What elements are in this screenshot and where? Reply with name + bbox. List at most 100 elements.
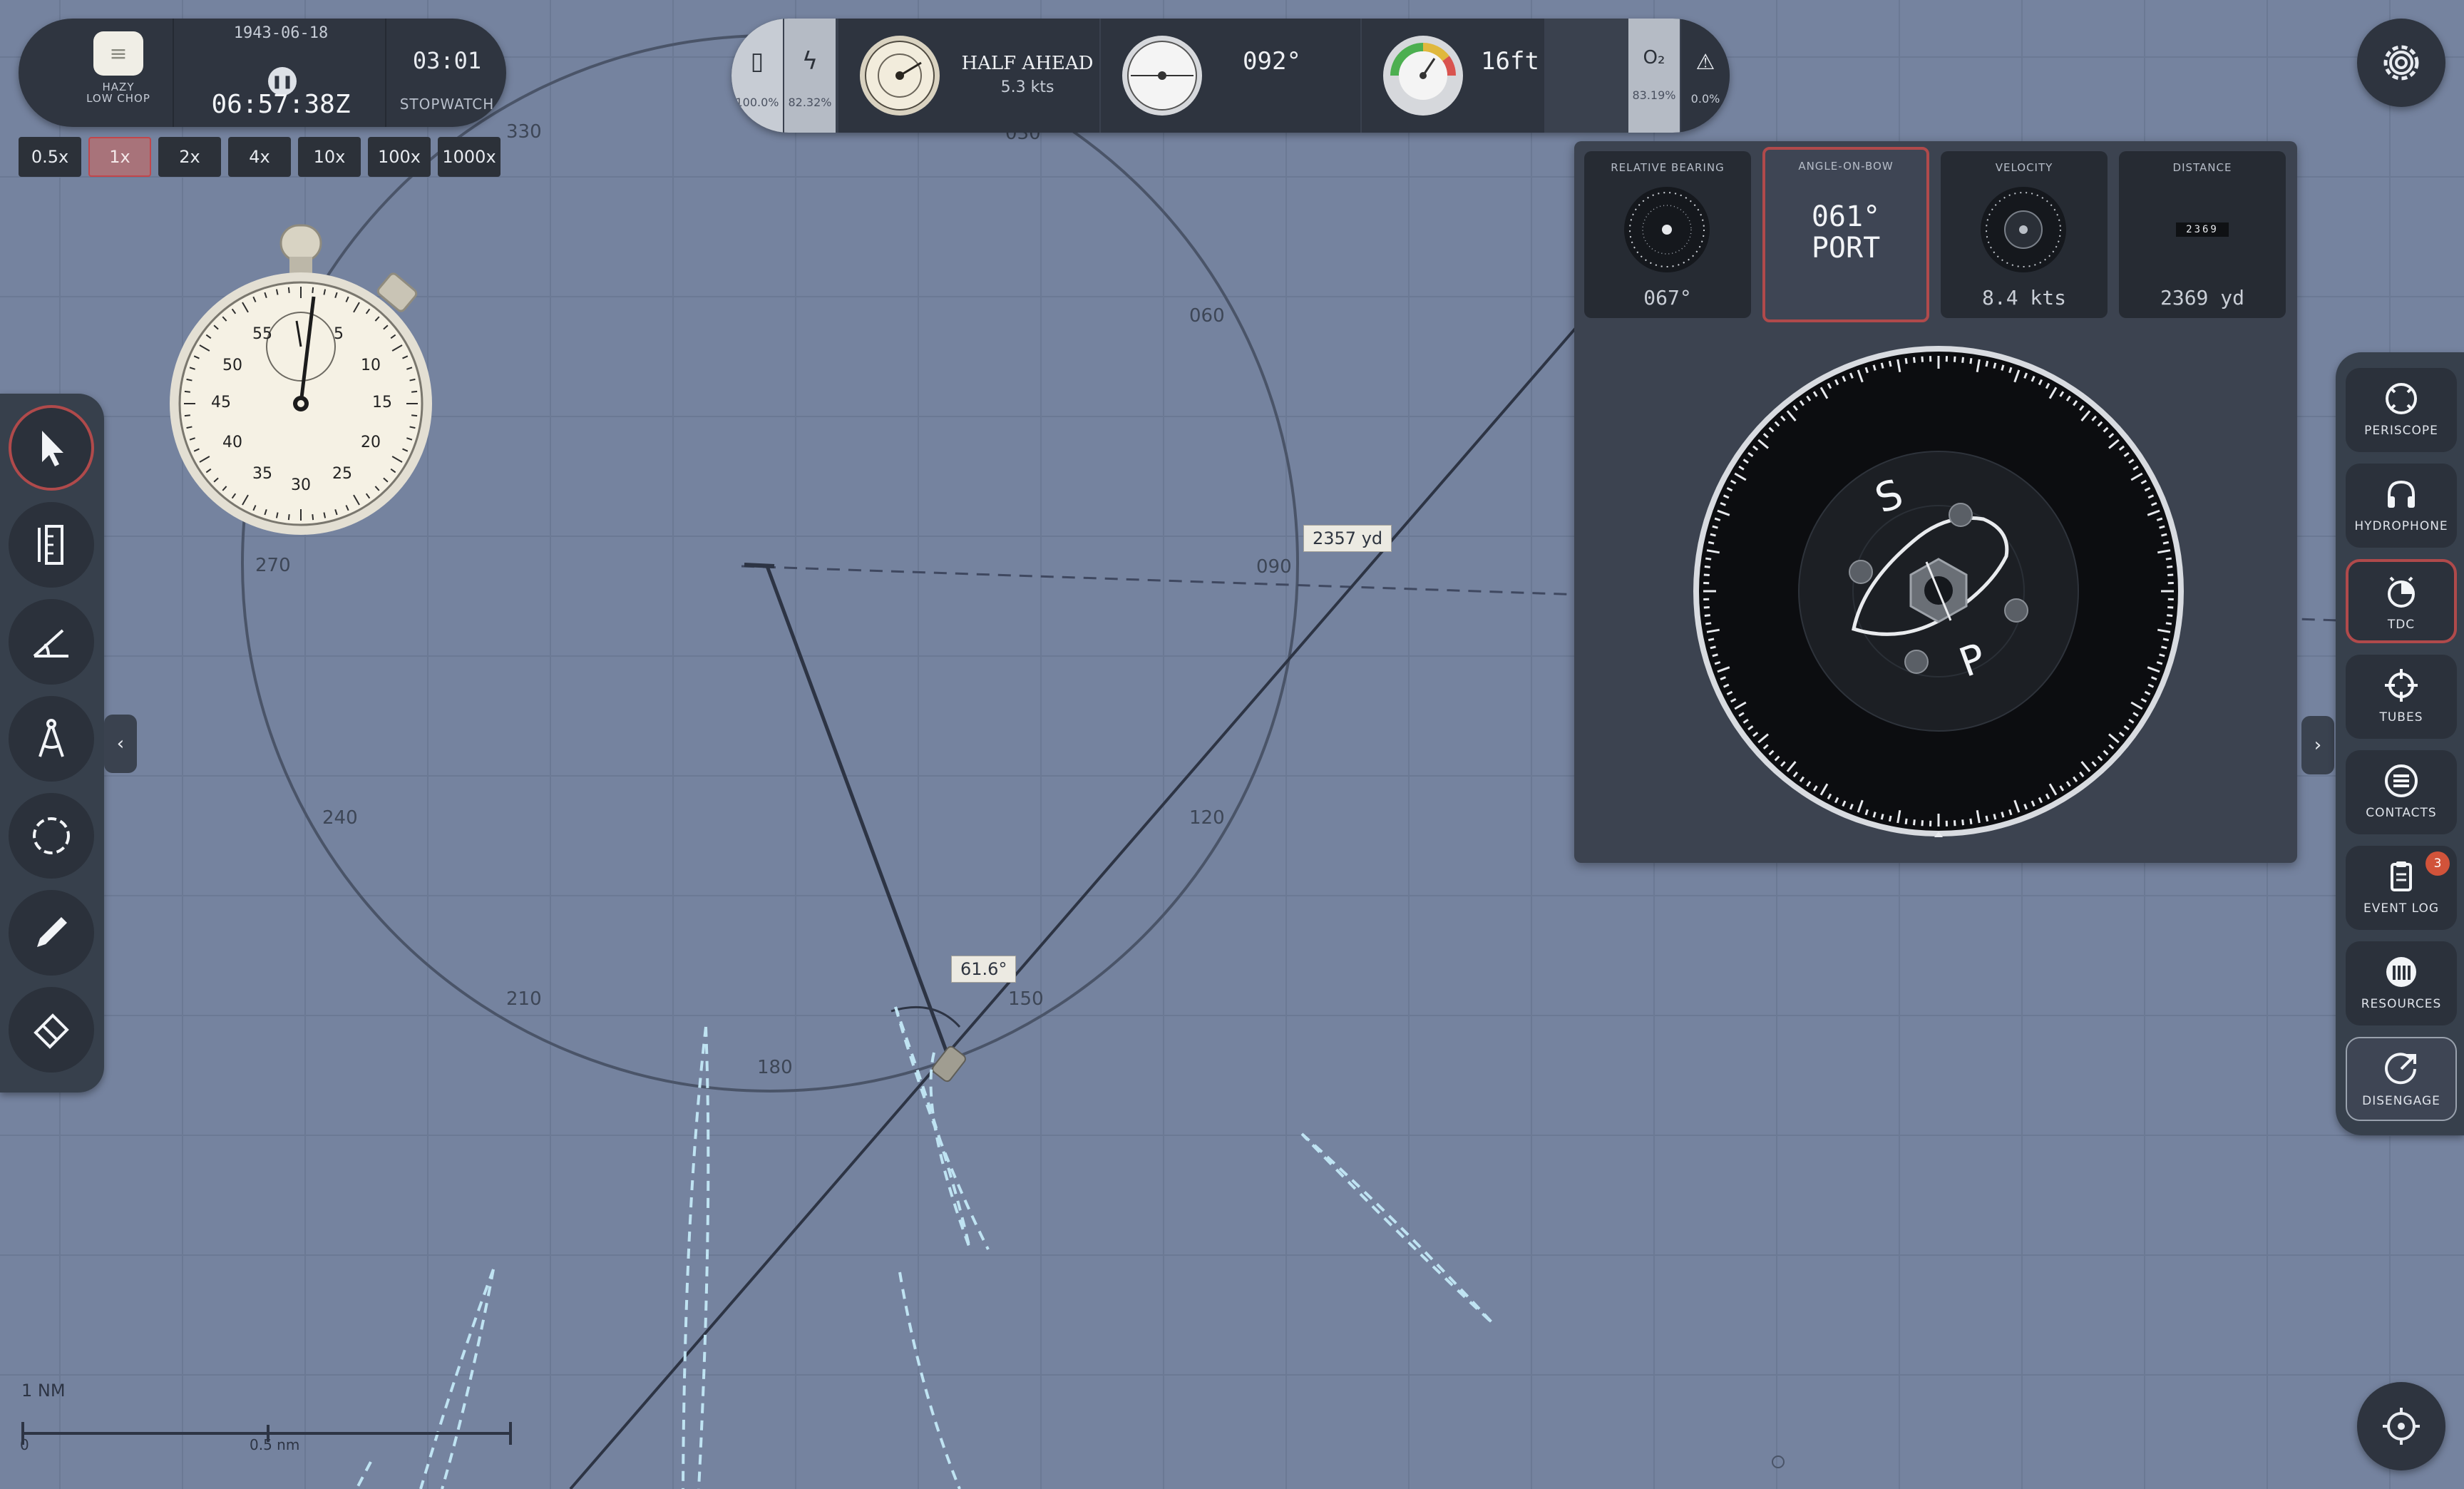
weather-line2: LOW CHOP	[86, 92, 150, 105]
velocity-dial	[1981, 187, 2066, 272]
left-bar-collapse-button[interactable]: ‹	[104, 715, 137, 773]
angle-tag: 61.6°	[951, 956, 1017, 983]
heading-indicator[interactable]: 092°	[1101, 19, 1360, 133]
resources-button[interactable]: RESOURCES	[2346, 941, 2457, 1025]
oxygen-indicator[interactable]: O₂ 83.19%	[1628, 19, 1680, 133]
headphones-icon	[2388, 480, 2415, 508]
time-speed-4x[interactable]: 4x	[228, 137, 291, 177]
target-marker	[932, 1045, 966, 1083]
damage-pct: 0.0%	[1690, 92, 1720, 106]
sw-num-40: 40	[222, 434, 242, 451]
relative-bearing-value: 067°	[1643, 286, 1692, 309]
stopwatch-label: STOPWATCH	[399, 96, 495, 113]
disengage-button[interactable]: DISENGAGE	[2346, 1037, 2457, 1121]
map-origin-dot	[1772, 1455, 1785, 1468]
depth-indicator[interactable]: 16ft	[1362, 19, 1544, 133]
ruler-tool[interactable]	[9, 502, 94, 588]
chevron-right-icon: ›	[2314, 735, 2322, 756]
sw-num-55: 55	[252, 325, 272, 343]
disengage-icon	[2385, 1053, 2416, 1085]
relative-bearing-dial	[1624, 187, 1710, 272]
distance-card[interactable]: DISTANCE 2369 2369 yd	[2119, 151, 2286, 318]
distance-value: 2369 yd	[2160, 286, 2244, 309]
game-time: 06:57:38Z	[211, 90, 351, 119]
o2-label: O₂	[1643, 47, 1665, 68]
aob-card[interactable]: ANGLE-ON-BOW 061° PORT	[1762, 147, 1929, 322]
o2-pct: 83.19%	[1632, 88, 1676, 102]
sw-num-25: 25	[332, 465, 352, 483]
clipboard-icon	[2391, 861, 2412, 891]
event-log-button[interactable]: EVENT LOG 3	[2346, 846, 2457, 930]
hydrophone-button[interactable]: HYDROPHONE	[2346, 464, 2457, 548]
time-speed-1000x[interactable]: 1000x	[438, 137, 500, 177]
sw-num-30: 30	[291, 476, 311, 494]
hydrophone-label: HYDROPHONE	[2354, 519, 2448, 533]
list-icon	[2385, 764, 2418, 797]
scale-half: 0.5 nm	[250, 1436, 300, 1453]
clock-panel: ≡ HAZY LOW CHOP 1943-06-18 ❚❚ 06:57:38Z …	[19, 19, 506, 127]
damage-indicator[interactable]: ⚠ 0.0%	[1681, 19, 1730, 133]
circle-tool[interactable]	[9, 793, 94, 879]
time-speed-0.5x[interactable]: 0.5x	[19, 137, 81, 177]
contacts-button[interactable]: CONTACTS	[2346, 750, 2457, 834]
depth-readout: 16ft	[1481, 47, 1539, 76]
battery-indicator[interactable]: ϟ 82.32%	[784, 19, 836, 133]
bearing-label-120: 120	[1189, 807, 1225, 829]
pencil-icon	[37, 917, 67, 947]
settings-button[interactable]	[2357, 19, 2445, 107]
drafting-compass-icon	[38, 719, 64, 757]
distance-counter: 2369	[2176, 222, 2229, 237]
bearing-label-150: 150	[1008, 988, 1044, 1010]
tdc-button[interactable]: TDC	[2346, 559, 2457, 643]
weather-indicator[interactable]: ≡ HAZY LOW CHOP	[61, 31, 175, 117]
bearing-label-060: 060	[1189, 305, 1225, 327]
stopwatch-time[interactable]: 03:01	[386, 47, 508, 74]
time-speed-10x[interactable]: 10x	[298, 137, 361, 177]
aob-dial[interactable]	[1693, 345, 2185, 837]
recenter-button[interactable]	[2357, 1382, 2445, 1470]
engine-telegraph[interactable]: HALF AHEAD 5.3 kts	[838, 19, 1099, 133]
velocity-card[interactable]: VELOCITY 8.4 kts	[1941, 151, 2108, 318]
time-compression-bar: 0.5x 1x 2x 4x 10x 100x 1000x	[19, 137, 500, 178]
time-speed-1x[interactable]: 1x	[88, 137, 151, 177]
tdc-label: TDC	[2387, 618, 2416, 632]
warning-icon: ⚠	[1695, 50, 1715, 75]
map-tools-bar	[0, 394, 104, 1093]
select-tool[interactable]	[9, 405, 94, 491]
fuel-indicator[interactable]: ▯ 100.0%	[732, 19, 783, 133]
engine-order: HALF AHEAD	[961, 53, 1094, 74]
sw-num-45: 45	[211, 394, 231, 411]
gear-icon	[2383, 45, 2419, 81]
pencil-tool[interactable]	[9, 890, 94, 976]
tdc-panel-collapse-button[interactable]: ›	[2301, 716, 2334, 774]
bearing-label-240: 240	[322, 807, 358, 829]
book-icon	[2386, 957, 2416, 987]
status-bar: ▯ 100.0% ϟ 82.32% HALF AHEAD 5.3 kts 092…	[732, 19, 1730, 133]
target-course-line	[569, 327, 1577, 1489]
range-tag: 2357 yd	[1303, 525, 1392, 552]
eraser-tool[interactable]	[9, 987, 94, 1073]
periscope-icon	[2386, 383, 2417, 414]
time-speed-2x[interactable]: 2x	[158, 137, 221, 177]
bearing-label-180: 180	[757, 1057, 793, 1078]
periscope-button[interactable]: PERISCOPE	[2346, 368, 2457, 452]
stopwatch[interactable]: 55 5 50 10 45 15 40 20 35 25 30	[168, 224, 433, 539]
battery-icon: ϟ	[801, 47, 818, 76]
compass-tool[interactable]	[9, 696, 94, 782]
periscope-label: PERISCOPE	[2364, 424, 2438, 438]
tubes-button[interactable]: TUBES	[2346, 655, 2457, 739]
game-date: 1943-06-18	[233, 24, 329, 42]
relative-bearing-card[interactable]: RELATIVE BEARING 067°	[1584, 151, 1751, 318]
speed-readout: 5.3 kts	[1000, 78, 1054, 96]
sw-num-35: 35	[252, 465, 272, 483]
event-log-badge: 3	[2426, 851, 2450, 876]
time-speed-100x[interactable]: 100x	[368, 137, 431, 177]
scale-zero: 0	[20, 1436, 29, 1453]
protractor-tool[interactable]	[9, 599, 94, 685]
scale-title: 1 NM	[21, 1381, 66, 1401]
cursor-icon	[42, 431, 63, 466]
relative-bearing-label: RELATIVE BEARING	[1611, 161, 1725, 174]
aob-value: 061°	[1811, 200, 1881, 233]
velocity-label: VELOCITY	[1995, 161, 2053, 174]
pause-icon: ❚❚	[271, 73, 294, 89]
